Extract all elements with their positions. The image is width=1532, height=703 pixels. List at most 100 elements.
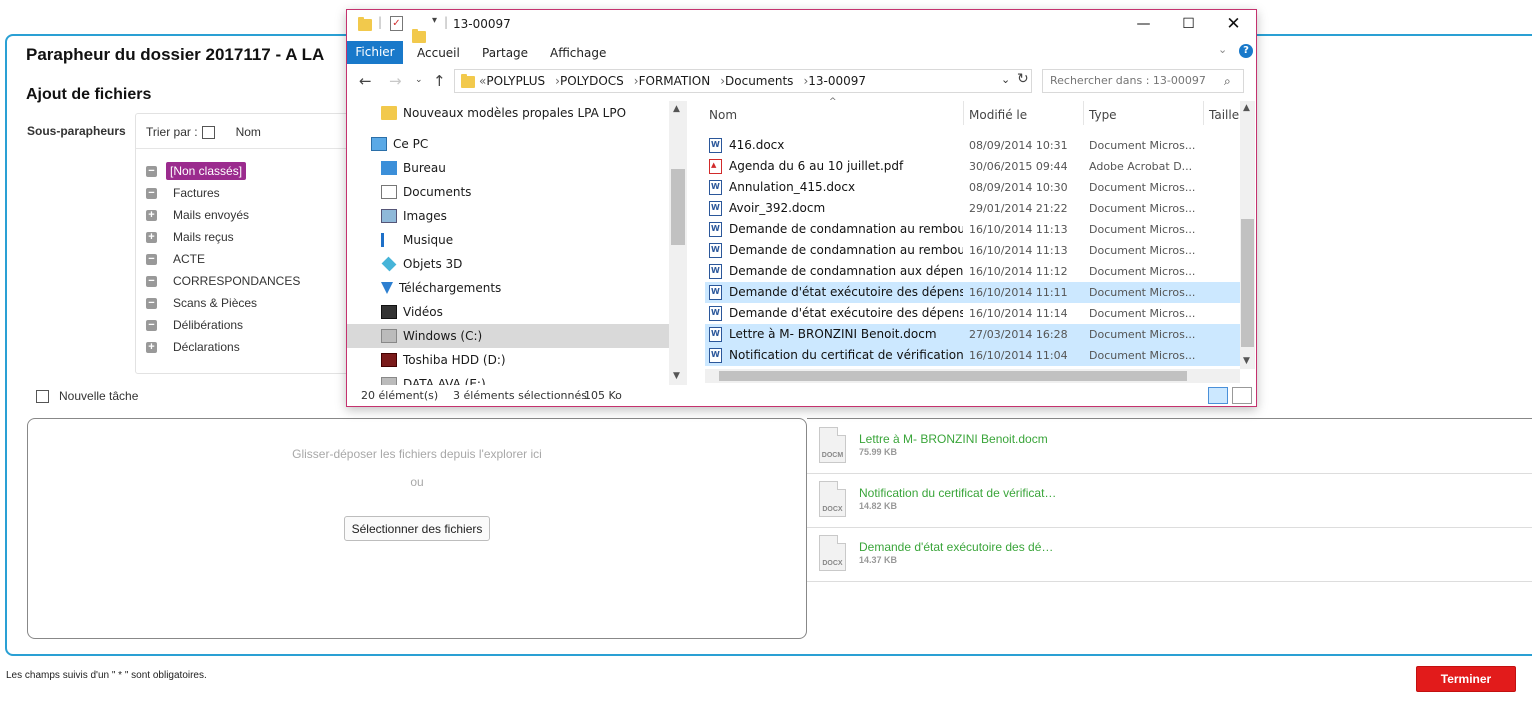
nav-item[interactable]: Nouveaux modèles propales LPA LPO xyxy=(347,101,669,125)
file-row[interactable]: Annulation_415.docx 08/09/2014 10:30 Docum… xyxy=(705,177,1240,198)
column-modified[interactable]: Modifié le xyxy=(969,108,1027,122)
search-input[interactable] xyxy=(1050,74,1220,87)
vertical-scroll-thumb[interactable] xyxy=(1241,219,1254,347)
nav-item[interactable]: Vidéos xyxy=(347,300,669,324)
forward-arrow-icon[interactable]: → xyxy=(389,72,402,90)
sort-name-label[interactable]: Nom xyxy=(236,125,261,139)
horizontal-scroll-thumb[interactable] xyxy=(719,371,1187,381)
address-dropdown-icon[interactable]: ⌄ xyxy=(1001,73,1010,86)
select-files-button[interactable]: Sélectionner des fichiers xyxy=(344,516,490,541)
address-bar[interactable]: «POLYPLUS › POLYDOCS › FORMATION › Documents › 1… xyxy=(454,69,1032,93)
nav-item[interactable]: Windows (C:) xyxy=(347,324,669,348)
file-name[interactable]: Avoir_392.docm xyxy=(729,201,963,215)
breadcrumb-item[interactable]: POLYPLUS xyxy=(486,74,545,88)
nav-item-label[interactable]: Images xyxy=(403,209,447,223)
search-box[interactable]: ⌕ xyxy=(1042,69,1244,93)
tab-view[interactable]: Affichage xyxy=(550,46,606,60)
file-row[interactable]: 416.docx 08/09/2014 10:31 Document Micros.… xyxy=(705,135,1240,156)
file-row[interactable]: Demande de condamnation au rembour... 16/… xyxy=(705,240,1240,261)
column-separator[interactable] xyxy=(1083,101,1084,125)
file-row[interactable]: Avoir_392.docm 29/01/2014 21:22 Document M… xyxy=(705,198,1240,219)
file-row[interactable]: Demande de condamnation aux dépens... 16/… xyxy=(705,261,1240,282)
nav-item-label[interactable]: Objets 3D xyxy=(403,257,462,271)
properties-icon[interactable]: ✓ xyxy=(390,16,403,31)
column-separator[interactable] xyxy=(963,101,964,125)
scroll-up-icon[interactable]: ▲ xyxy=(673,104,680,114)
nav-item[interactable]: Téléchargements xyxy=(347,276,669,300)
new-task-option[interactable]: Nouvelle tâche xyxy=(36,389,138,403)
tree-item-label[interactable]: [Non classés] xyxy=(166,162,247,180)
nav-item-label[interactable]: Bureau xyxy=(403,161,446,175)
file-name[interactable]: Demande d'état exécutoire des dépens e..… xyxy=(729,306,963,320)
uploaded-file-name[interactable]: Lettre à M- BRONZINI Benoit.docm xyxy=(859,432,1048,446)
file-name[interactable]: Demande de condamnation aux dépens... xyxy=(729,264,963,278)
help-icon[interactable]: ? xyxy=(1239,44,1253,58)
file-dropzone[interactable]: Glisser-déposer les fichiers depuis l'ex… xyxy=(27,418,807,639)
file-name[interactable]: Lettre à M- BRONZINI Benoit.docm xyxy=(729,327,963,341)
back-arrow-icon[interactable]: ← xyxy=(359,72,372,90)
collapse-icon[interactable]: − xyxy=(146,319,157,331)
tree-item[interactable]: + Déclarations xyxy=(146,338,243,356)
file-list-horizontal-scrollbar[interactable] xyxy=(705,369,1240,383)
nav-item-label[interactable]: Ce PC xyxy=(393,137,428,151)
large-icons-view-icon[interactable] xyxy=(1232,387,1252,404)
nav-item-label[interactable]: Toshiba HDD (D:) xyxy=(403,353,506,367)
nav-item-label[interactable]: Vidéos xyxy=(403,305,443,319)
file-row[interactable]: Demande d'état exécutoire des dépens e..… xyxy=(705,303,1240,324)
nav-scrollbar[interactable]: ▲ ▼ xyxy=(669,101,687,385)
file-name[interactable]: Agenda du 6 au 10 juillet.pdf xyxy=(729,159,963,173)
collapse-icon[interactable]: − xyxy=(146,275,157,287)
file-row[interactable]: Notification du certificat de vérificati… xyxy=(705,345,1240,366)
tab-home[interactable]: Accueil xyxy=(417,46,460,60)
uploaded-file-name[interactable]: Notification du certificat de vérificat… xyxy=(859,486,1056,500)
minimize-icon[interactable]: — xyxy=(1121,10,1166,40)
file-row[interactable]: Lettre à M- BRONZINI Benoit.docm 27/03/20… xyxy=(705,324,1240,345)
tab-share[interactable]: Partage xyxy=(482,46,528,60)
tree-item-label[interactable]: Mails reçus xyxy=(170,229,237,245)
nav-item[interactable]: Ce PC xyxy=(347,132,669,156)
nav-item[interactable]: Images xyxy=(347,204,669,228)
tree-item-label[interactable]: Mails envoyés xyxy=(170,207,252,223)
tree-item-label[interactable]: Délibérations xyxy=(170,317,246,333)
tree-item-label[interactable]: CORRESPONDANCES xyxy=(170,273,303,289)
tree-item-label[interactable]: Déclarations xyxy=(170,339,243,355)
collapse-icon[interactable]: − xyxy=(146,187,157,199)
scroll-down-icon[interactable]: ▼ xyxy=(673,371,680,381)
breadcrumb-item[interactable]: FORMATION xyxy=(639,74,711,88)
refresh-icon[interactable]: ↻ xyxy=(1017,71,1029,87)
customize-toolbar-icon[interactable]: ▾ xyxy=(432,15,437,26)
tree-item[interactable]: − ACTE xyxy=(146,250,208,268)
nav-item-label[interactable]: Musique xyxy=(403,233,453,247)
maximize-icon[interactable]: ☐ xyxy=(1166,10,1211,40)
scroll-up-icon[interactable]: ▲ xyxy=(1243,103,1250,113)
recent-locations-icon[interactable]: ⌄ xyxy=(415,75,423,85)
file-name[interactable]: Demande de condamnation au rembour... xyxy=(729,222,963,236)
breadcrumb-item[interactable]: Documents xyxy=(725,74,793,88)
expand-ribbon-icon[interactable]: ⌄ xyxy=(1218,43,1227,56)
nav-item-label[interactable]: Nouveaux modèles propales LPA LPO xyxy=(403,106,626,120)
column-separator[interactable] xyxy=(1203,101,1204,125)
uploaded-file-name[interactable]: Demande d'état exécutoire des dé… xyxy=(859,540,1053,554)
uploaded-file-item[interactable]: DOCX Notification du certificat de vérifi… xyxy=(807,473,1532,528)
file-row[interactable]: Demande de condamnation au rembour... 16/… xyxy=(705,219,1240,240)
nav-item-label[interactable]: Windows (C:) xyxy=(403,329,482,343)
file-row[interactable]: Agenda du 6 au 10 juillet.pdf 30/06/2015 … xyxy=(705,156,1240,177)
scroll-down-icon[interactable]: ▼ xyxy=(1243,356,1250,366)
nav-item[interactable]: Bureau xyxy=(347,156,669,180)
breadcrumb-overflow-icon[interactable]: « xyxy=(479,74,486,88)
collapse-icon[interactable]: − xyxy=(146,165,157,177)
breadcrumb-item[interactable]: 13-00097 xyxy=(808,74,866,88)
tab-file[interactable]: Fichier xyxy=(347,41,403,64)
expand-icon[interactable]: + xyxy=(146,341,157,353)
file-name[interactable]: Demande d'état exécutoire des dépens e..… xyxy=(729,285,963,299)
tree-item[interactable]: + Mails envoyés xyxy=(146,206,252,224)
nav-item-label[interactable]: Documents xyxy=(403,185,471,199)
sort-checkbox[interactable] xyxy=(201,125,215,139)
file-name[interactable]: Notification du certificat de vérificati… xyxy=(729,348,963,362)
file-name[interactable]: Demande de condamnation au rembour... xyxy=(729,243,963,257)
tree-item[interactable]: − Factures xyxy=(146,184,223,202)
nav-item[interactable]: DATA AVA (E:) xyxy=(347,372,669,385)
file-name[interactable]: Annulation_415.docx xyxy=(729,180,963,194)
tree-item[interactable]: − Délibérations xyxy=(146,316,246,334)
tree-item[interactable]: + Mails reçus xyxy=(146,228,237,246)
